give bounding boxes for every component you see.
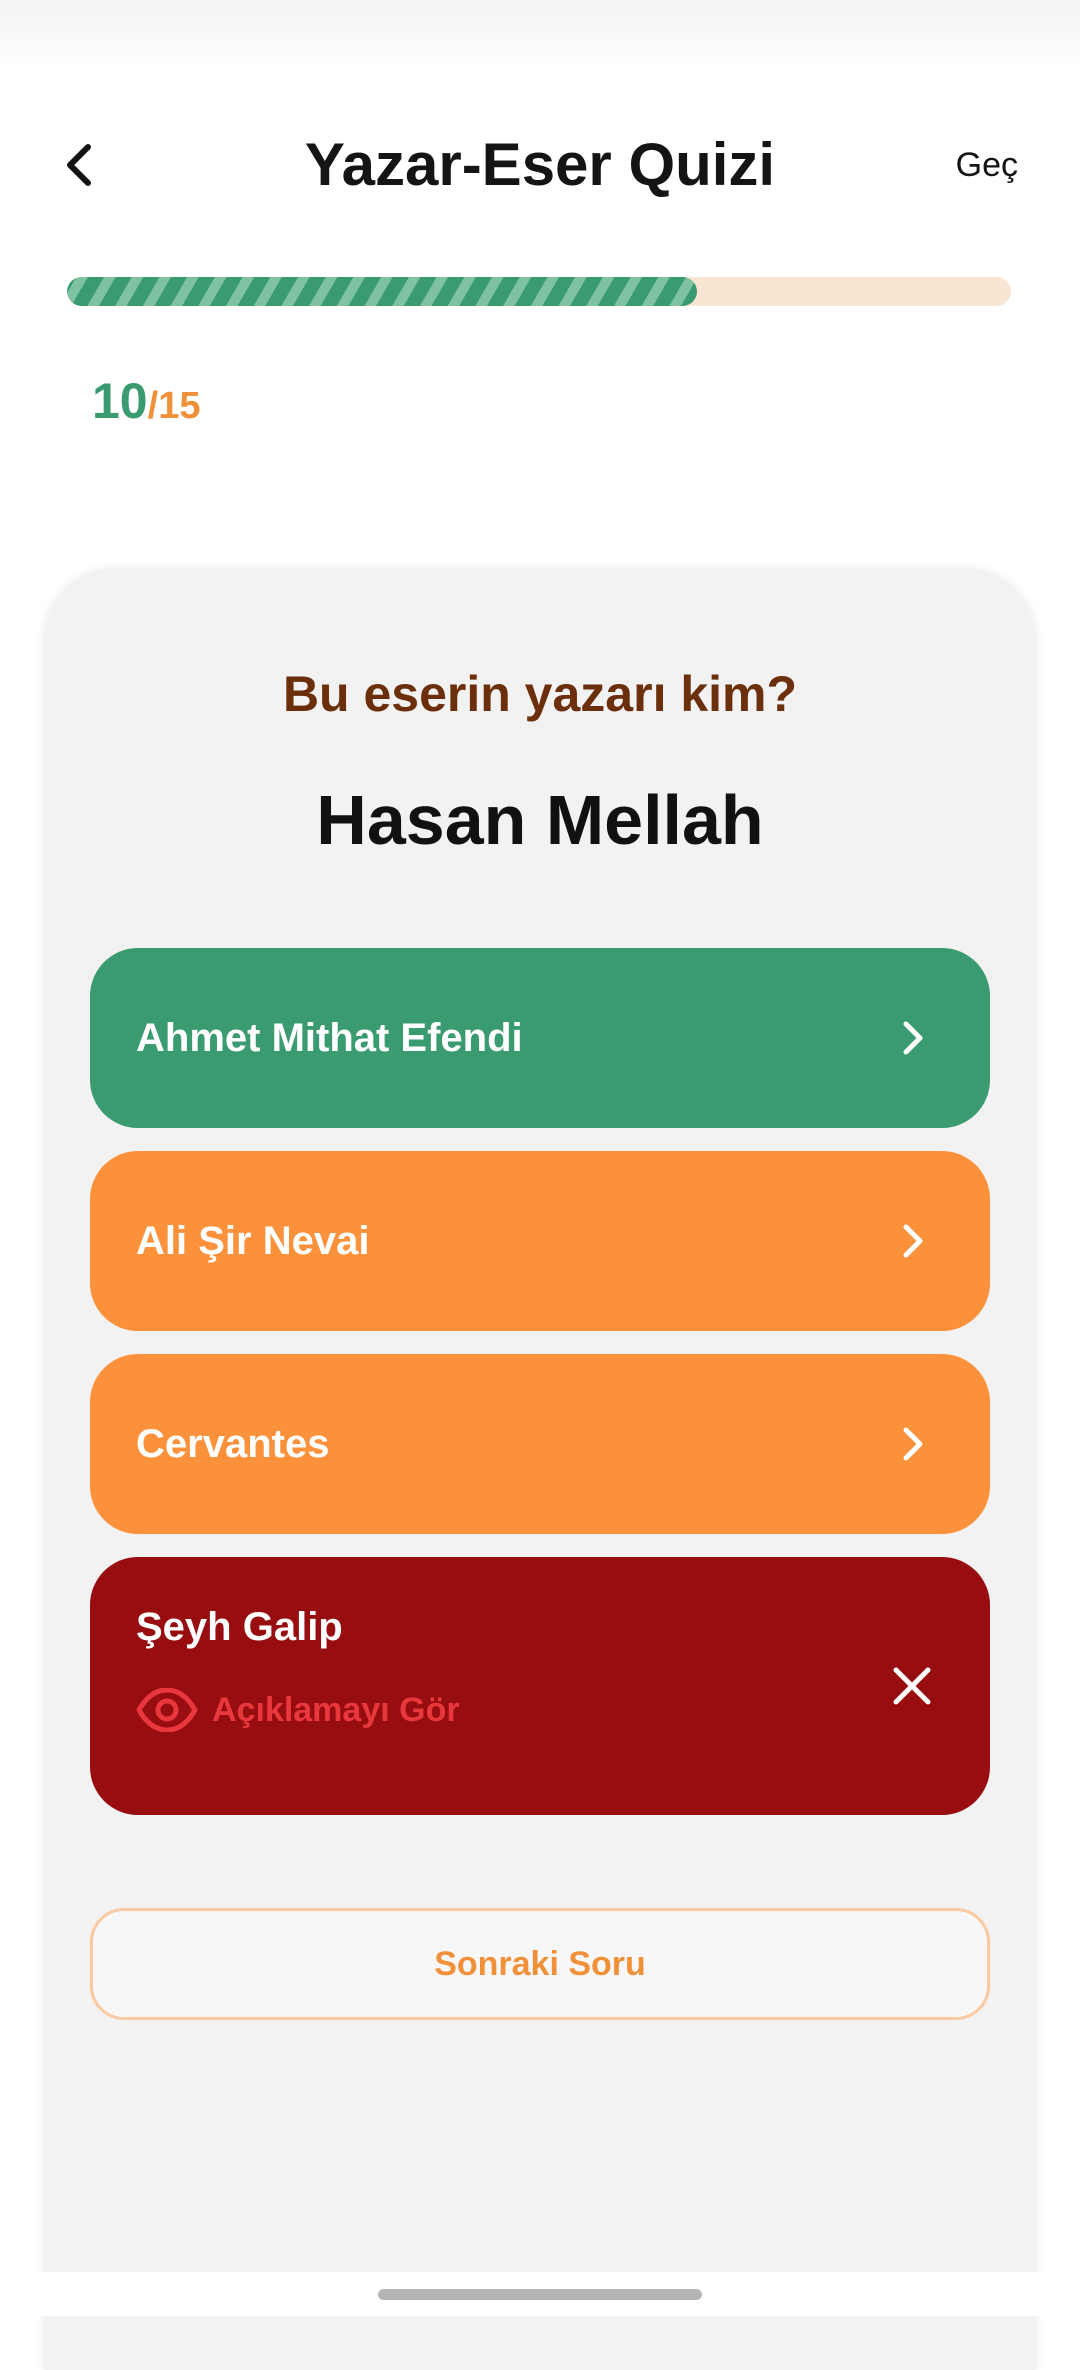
chevron-right-icon <box>903 1021 923 1055</box>
see-explanation-label: Açıklamayı Gör <box>212 1690 460 1729</box>
eye-icon <box>136 1688 198 1732</box>
skip-button[interactable]: Geç <box>956 110 1018 220</box>
answer-option-label: Ali Şir Nevai <box>136 1219 370 1263</box>
answer-option-label: Ahmet Mithat Efendi <box>136 1016 523 1060</box>
answer-option-wrong[interactable]: Şeyh Galip Açıklamayı Gör <box>90 1557 990 1815</box>
page-title: Yazar-Eser Quizi <box>304 131 776 198</box>
counter-current: 10 <box>92 373 148 429</box>
chevron-right-icon <box>903 1427 923 1461</box>
see-explanation-link[interactable]: Açıklamayı Gör <box>136 1682 460 1738</box>
next-question-button[interactable]: Sonraki Soru <box>90 1908 990 2020</box>
header: Yazar-Eser Quizi Geç <box>0 110 1080 220</box>
home-indicator[interactable] <box>378 2289 702 2300</box>
answer-option[interactable]: Ali Şir Nevai <box>90 1151 990 1331</box>
answer-option-label: Şeyh Galip <box>136 1605 343 1649</box>
work-title: Hasan Mellah <box>316 781 764 859</box>
counter-separator: / <box>147 385 159 427</box>
chevron-right-icon <box>903 1224 923 1258</box>
progress-fill <box>67 277 697 306</box>
status-bar <box>0 0 1080 70</box>
answer-option[interactable]: Cervantes <box>90 1354 990 1534</box>
quiz-card: Bu eserin yazarı kim? Hasan Mellah Ahmet… <box>45 570 1035 2370</box>
counter-total: 15 <box>158 385 201 427</box>
answer-option-label: Cervantes <box>136 1422 330 1466</box>
close-icon <box>893 1667 931 1705</box>
progress-bar <box>67 277 1011 306</box>
question-prompt: Bu eserin yazarı kim? <box>282 666 798 722</box>
question-counter: 10 / 15 <box>92 372 200 432</box>
answer-option-correct[interactable]: Ahmet Mithat Efendi <box>90 948 990 1128</box>
